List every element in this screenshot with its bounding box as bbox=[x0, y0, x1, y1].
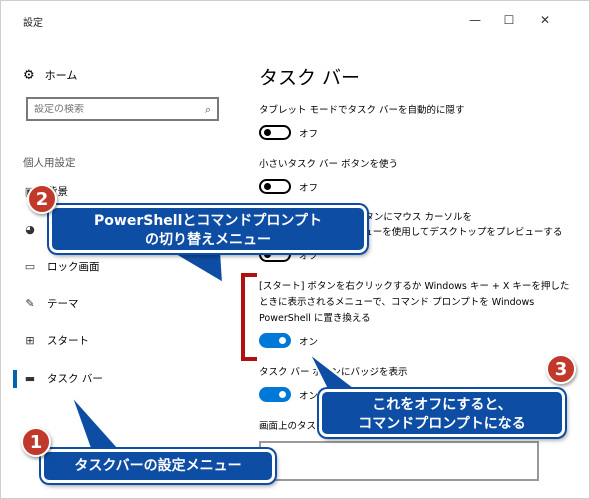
callout-1-pointer bbox=[70, 394, 124, 452]
highlight-bracket bbox=[241, 273, 257, 361]
callout-3-line1: これをオフにすると、 bbox=[372, 397, 512, 413]
settings-window: 設定 — ☐ ✕ ⚙ ホーム ⌕ 個人用設定 ▣ 背景 ◕ 色 ▭ ロック画面 … bbox=[0, 0, 590, 499]
badge-2: 2 bbox=[27, 184, 57, 214]
badge-1: 1 bbox=[21, 427, 51, 457]
callout-1: タスクバーの設定メニュー bbox=[41, 449, 275, 483]
callout-2-line2: の切り替えメニュー bbox=[145, 232, 271, 248]
callout-3-line2: コマンドプロンプトになる bbox=[358, 416, 526, 432]
callout-2: PowerShellとコマンドプロンプト の切り替えメニュー bbox=[49, 205, 367, 253]
callout-2-pointer bbox=[165, 250, 225, 285]
badge-3: 3 bbox=[546, 354, 576, 384]
callout-3: これをオフにすると、 コマンドプロンプトになる bbox=[319, 389, 565, 437]
callout-2-line1: PowerShellとコマンドプロンプト bbox=[94, 213, 322, 229]
callout-3-pointer bbox=[308, 352, 364, 394]
